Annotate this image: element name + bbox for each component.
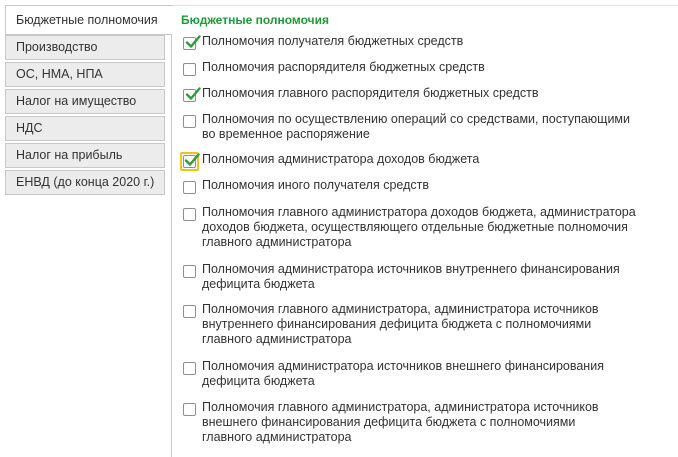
tab-2[interactable]: Производство — [5, 35, 165, 60]
option-label: Полномочия иного получателя средств — [202, 178, 662, 193]
option-label-line: главного администратора — [202, 332, 352, 346]
option-label: Полномочия по осуществлению операций со … — [202, 112, 662, 142]
tab-7[interactable]: ЕНВД (до конца 2020 г.) — [5, 170, 165, 195]
tab-5[interactable]: НДС — [5, 116, 165, 141]
option-label-line: главного администратора — [202, 235, 352, 249]
option-label: Полномочия администратора источников вне… — [202, 359, 662, 389]
content-top-border — [171, 5, 678, 6]
option-checkbox[interactable] — [180, 152, 200, 171]
option-label: Полномочия главного администратора, адми… — [202, 400, 662, 445]
tab-4[interactable]: Налог на имущество — [5, 89, 165, 114]
option-label-line: Полномочия главного администратора, адми… — [202, 400, 599, 414]
tab-6[interactable]: Налог на прибыль — [5, 143, 165, 168]
option-label-line: Полномочия получателя бюджетных средств — [202, 34, 464, 48]
option-checkbox[interactable] — [183, 181, 196, 194]
option-label-line: Полномочия администратора доходов бюджет… — [202, 152, 480, 166]
option-label-line: главного администратора — [202, 430, 352, 444]
option-checkbox[interactable] — [183, 87, 201, 102]
option-label-line: Полномочия по осуществлению операций со … — [202, 112, 631, 126]
option-label-line: дефицита бюджета — [202, 374, 315, 388]
option-label-line: Полномочия главного администратора, адми… — [202, 302, 599, 316]
option-label: Полномочия главного администратора доход… — [202, 205, 662, 250]
option-label-line: внутреннего финансирования дефицита бюдж… — [202, 317, 592, 331]
option-checkbox[interactable] — [183, 208, 196, 221]
option-checkbox[interactable] — [183, 115, 196, 128]
check-icon — [184, 153, 200, 166]
option-label: Полномочия главного распорядителя бюджет… — [202, 86, 662, 101]
option-checkbox[interactable] — [183, 305, 196, 318]
option-label-line: Полномочия иного получателя средств — [202, 178, 429, 192]
option-label-line: Полномочия администратора источников вне… — [202, 359, 604, 373]
option-checkbox[interactable] — [183, 362, 196, 375]
option-checkbox[interactable] — [183, 63, 196, 76]
option-label-line: Полномочия распорядителя бюджетных средс… — [202, 60, 485, 74]
option-label: Полномочия администратора источников вну… — [202, 262, 662, 292]
option-label: Полномочия администратора доходов бюджет… — [202, 152, 662, 167]
option-label: Полномочия главного администратора, адми… — [202, 302, 662, 347]
option-label-line: доходов бюджета, осуществляющего отдельн… — [202, 220, 628, 234]
option-checkbox[interactable] — [183, 35, 201, 50]
tab-1[interactable]: Бюджетные полномочия — [5, 5, 172, 35]
option-label: Полномочия получателя бюджетных средств — [202, 34, 662, 49]
option-checkbox[interactable] — [183, 265, 196, 278]
option-label-line: Полномочия администратора источников вну… — [202, 262, 620, 276]
option-label-line: Полномочия главного администратора доход… — [202, 205, 636, 219]
option-label-line: во временное распоряжение — [202, 127, 370, 141]
option-label: Полномочия распорядителя бюджетных средс… — [202, 60, 662, 75]
section-title: Бюджетные полномочия — [181, 13, 329, 27]
content-left-border — [171, 35, 172, 457]
option-checkbox[interactable] — [183, 403, 196, 416]
option-label-line: дефицита бюджета — [202, 277, 315, 291]
tab-3[interactable]: ОС, НМА, НПА — [5, 62, 165, 87]
check-icon — [185, 35, 201, 48]
option-label-line: внешнего финансирования дефицита бюджета… — [202, 415, 576, 429]
option-label-line: Полномочия главного распорядителя бюджет… — [202, 86, 539, 100]
check-icon — [185, 87, 201, 100]
